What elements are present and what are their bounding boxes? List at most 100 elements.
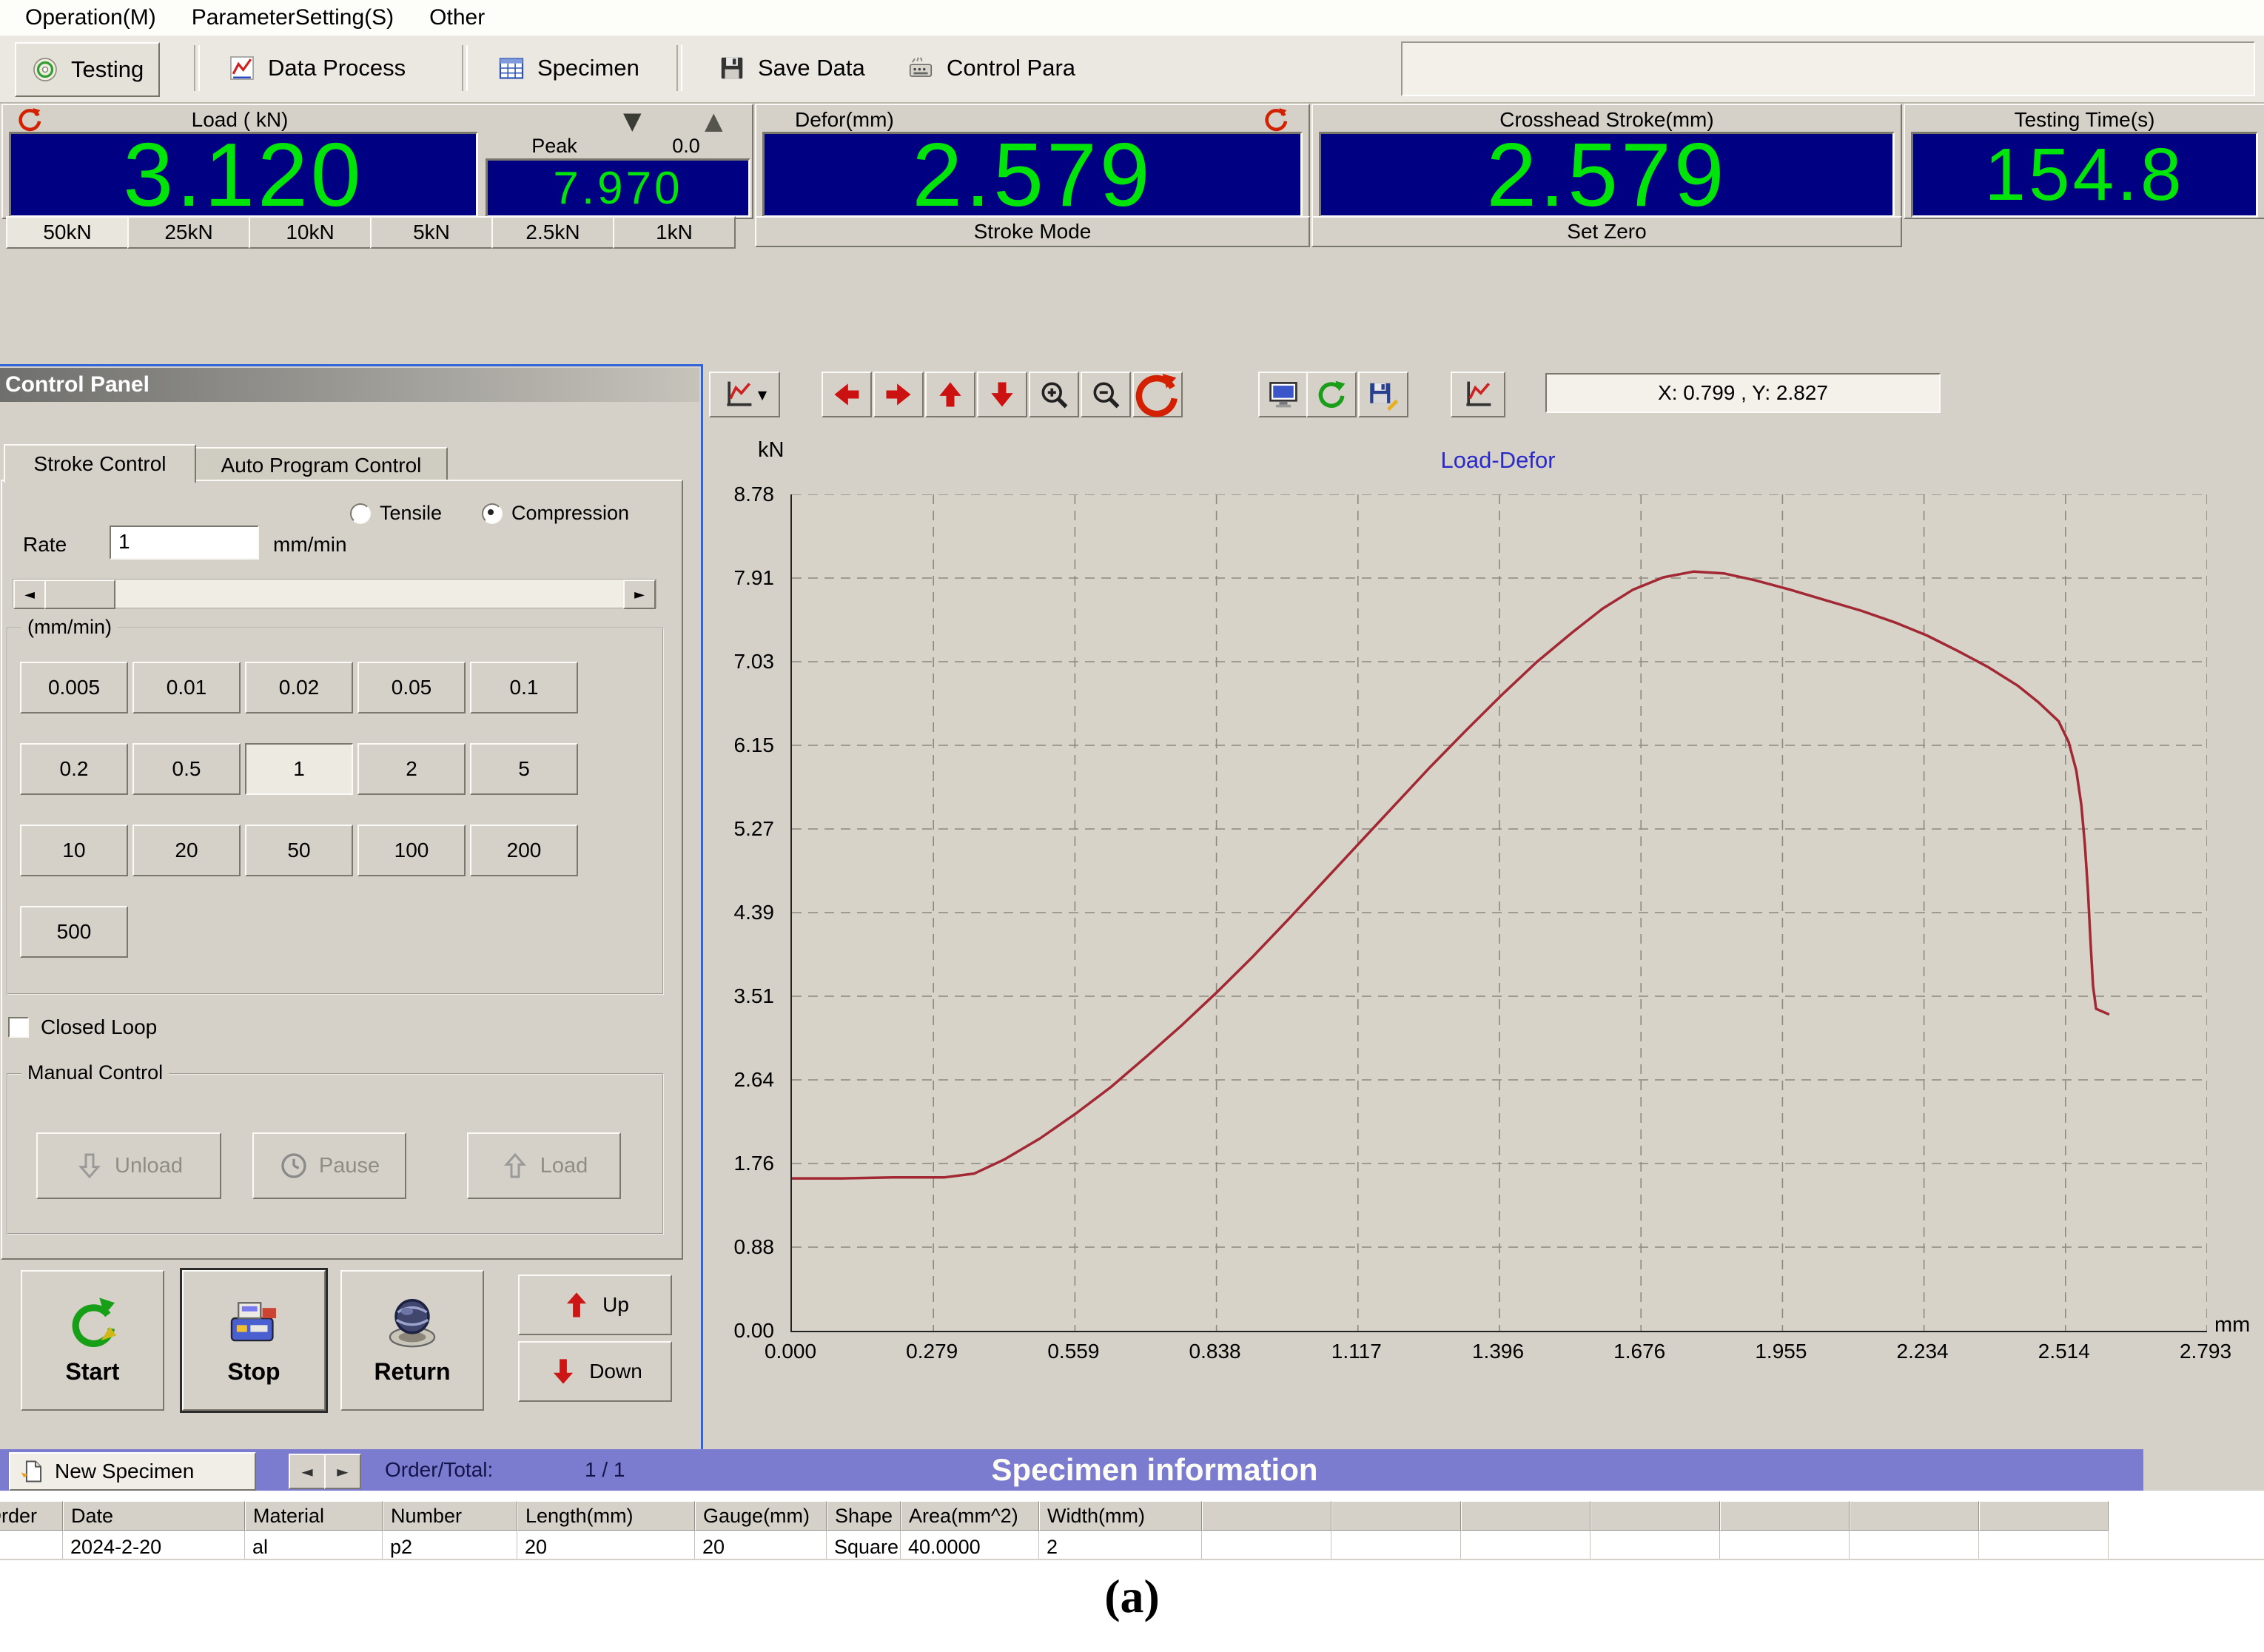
table-cell[interactable] xyxy=(0,1531,63,1559)
chart-type-button[interactable] xyxy=(709,372,780,417)
table-cell[interactable]: 2 xyxy=(1039,1531,1202,1559)
table-cell[interactable]: Square xyxy=(827,1531,901,1559)
stop-button[interactable]: Stop xyxy=(182,1270,326,1411)
compression-radio-group[interactable]: Compression xyxy=(482,502,629,525)
speed-0-01-button[interactable]: 0.01 xyxy=(132,662,241,713)
pan-up-button[interactable] xyxy=(925,372,975,417)
speed-100-button[interactable]: 100 xyxy=(357,825,466,876)
menu-item-other[interactable]: Other xyxy=(412,5,503,30)
table-header-cell[interactable]: Gauge(mm) xyxy=(695,1501,827,1531)
pause-manual-button[interactable]: Pause xyxy=(252,1132,406,1199)
load-manual-button[interactable]: Load xyxy=(467,1132,621,1199)
speed-50-button[interactable]: 50 xyxy=(245,825,353,876)
table-header-cell[interactable]: Order xyxy=(0,1501,63,1531)
set-zero-button[interactable]: Set Zero xyxy=(1311,216,1902,247)
axes-button[interactable] xyxy=(1451,372,1505,417)
table-cell[interactable]: al xyxy=(245,1531,383,1559)
table-cell[interactable] xyxy=(1461,1531,1590,1559)
speed-0-005-button[interactable]: 0.005 xyxy=(20,662,128,713)
table-cell[interactable] xyxy=(1331,1531,1461,1559)
scrollbar-right-arrow[interactable] xyxy=(623,580,656,609)
range-50kn-button[interactable]: 50kN xyxy=(6,216,129,249)
pan-left-button[interactable] xyxy=(822,372,872,417)
speed-20-button[interactable]: 20 xyxy=(132,825,241,876)
table-header-cell[interactable] xyxy=(1720,1501,1850,1531)
save-image-button[interactable] xyxy=(1358,372,1408,417)
range-25kn-button[interactable]: 25kN xyxy=(127,216,250,249)
range-2-5kn-button[interactable]: 2.5kN xyxy=(491,216,614,249)
save-data-button[interactable]: Save Data xyxy=(703,42,880,94)
menu-item-parametersetting-s[interactable]: ParameterSetting(S) xyxy=(174,5,412,30)
speed-0-1-button[interactable]: 0.1 xyxy=(470,662,578,713)
table-header-cell[interactable]: Number xyxy=(383,1501,517,1531)
speed-1-button[interactable]: 1 xyxy=(245,743,353,795)
table-header-cell[interactable] xyxy=(1850,1501,1979,1531)
rate-input[interactable]: 1 xyxy=(110,526,259,560)
testing-button[interactable]: Testing xyxy=(15,42,160,97)
range-5kn-button[interactable]: 5kN xyxy=(370,216,493,249)
speed-0-02-button[interactable]: 0.02 xyxy=(245,662,353,713)
up-button[interactable]: Up xyxy=(518,1275,672,1335)
speed-200-button[interactable]: 200 xyxy=(470,825,578,876)
table-header-cell[interactable]: Date xyxy=(63,1501,245,1531)
tensile-radio-group[interactable]: Tensile xyxy=(350,502,442,525)
table-header-cell[interactable] xyxy=(1590,1501,1720,1531)
unload-manual-button[interactable]: Unload xyxy=(36,1132,221,1199)
defor-reset-icon[interactable] xyxy=(1264,107,1289,132)
table-header-cell[interactable]: Area(mm^2) xyxy=(901,1501,1039,1531)
range-10kn-button[interactable]: 10kN xyxy=(249,216,372,249)
control-panel-titlebar[interactable]: Control Panel xyxy=(0,368,699,402)
table-header-cell[interactable] xyxy=(1979,1501,2109,1531)
speed-0-2-button[interactable]: 0.2 xyxy=(20,743,128,795)
table-cell[interactable] xyxy=(1850,1531,1979,1559)
tab-auto-program-control[interactable]: Auto Program Control xyxy=(195,447,448,483)
table-header-cell[interactable]: Material xyxy=(245,1501,383,1531)
monitor-button[interactable] xyxy=(1258,372,1309,417)
new-specimen-button[interactable]: New Specimen xyxy=(9,1452,256,1491)
table-cell[interactable]: 40.0000 xyxy=(901,1531,1039,1559)
zoom-in-button[interactable] xyxy=(1029,372,1079,417)
speed-500-button[interactable]: 500 xyxy=(20,906,128,958)
speed-5-button[interactable]: 5 xyxy=(470,743,578,795)
speed-0-5-button[interactable]: 0.5 xyxy=(132,743,241,795)
menu-item-operation-m[interactable]: Operation(M) xyxy=(7,5,174,30)
speed-0-05-button[interactable]: 0.05 xyxy=(357,662,466,713)
refresh-green-button[interactable] xyxy=(1306,372,1357,417)
table-header-cell[interactable] xyxy=(1202,1501,1331,1531)
closed-loop-checkbox[interactable] xyxy=(8,1017,29,1038)
control-para-button[interactable]: Control Para xyxy=(892,42,1090,94)
data-process-button[interactable]: Data Process xyxy=(213,42,420,94)
down-button[interactable]: Down xyxy=(518,1341,672,1402)
tab-stroke-control[interactable]: Stroke Control xyxy=(4,444,196,483)
pan-right-button[interactable] xyxy=(873,372,924,417)
next-specimen-button[interactable] xyxy=(324,1454,361,1489)
start-button[interactable]: Start xyxy=(21,1270,164,1411)
table-header-cell[interactable]: Shape xyxy=(827,1501,901,1531)
table-cell[interactable] xyxy=(1202,1531,1331,1559)
tensile-radio[interactable] xyxy=(350,503,371,524)
table-cell[interactable]: 20 xyxy=(517,1531,695,1559)
table-header-cell[interactable] xyxy=(1461,1501,1590,1531)
closed-loop-row[interactable]: Closed Loop xyxy=(8,1015,157,1039)
table-cell[interactable] xyxy=(1720,1531,1850,1559)
compression-radio[interactable] xyxy=(482,503,503,524)
triangle-up-icon[interactable] xyxy=(705,107,723,135)
zoom-out-button[interactable] xyxy=(1081,372,1131,417)
scrollbar-thumb[interactable] xyxy=(44,580,115,609)
speed-2-button[interactable]: 2 xyxy=(357,743,466,795)
table-header-cell[interactable] xyxy=(1331,1501,1461,1531)
speed-10-button[interactable]: 10 xyxy=(20,825,128,876)
rate-scrollbar[interactable] xyxy=(13,579,656,608)
plot-area[interactable] xyxy=(790,494,2207,1332)
table-cell[interactable] xyxy=(1979,1531,2109,1559)
prev-specimen-button[interactable] xyxy=(289,1454,326,1489)
refresh-red-button[interactable] xyxy=(1132,372,1183,417)
table-cell[interactable]: p2 xyxy=(383,1531,517,1559)
table-cell[interactable]: 20 xyxy=(695,1531,827,1559)
range-1kn-button[interactable]: 1kN xyxy=(613,216,736,249)
scrollbar-left-arrow[interactable] xyxy=(13,580,46,609)
triangle-down-icon[interactable] xyxy=(623,107,642,135)
specimen-button[interactable]: Specimen xyxy=(483,42,654,94)
table-header-cell[interactable]: Width(mm) xyxy=(1039,1501,1202,1531)
return-button[interactable]: Return xyxy=(340,1270,484,1411)
